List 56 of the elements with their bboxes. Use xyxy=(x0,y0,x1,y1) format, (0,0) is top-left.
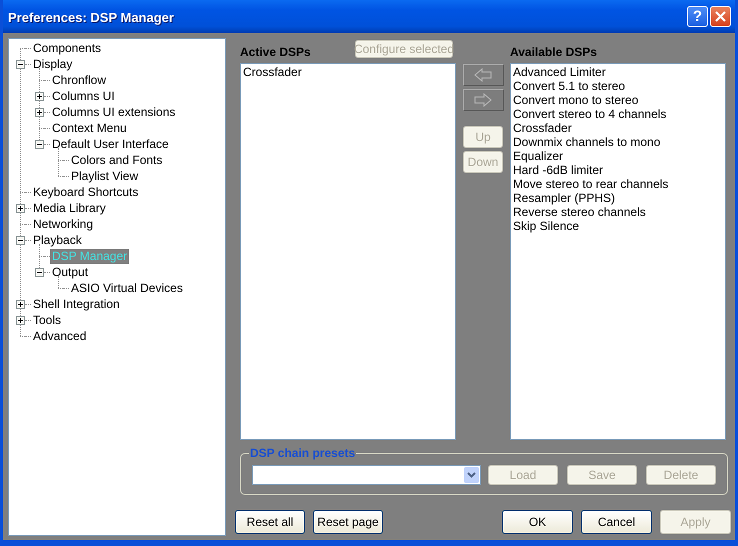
expand-icon[interactable] xyxy=(16,316,25,324)
reset-page-button[interactable]: Reset page xyxy=(313,510,383,534)
tree-item[interactable]: Components xyxy=(31,40,104,56)
close-button[interactable] xyxy=(710,6,731,27)
expand-icon[interactable] xyxy=(35,108,44,116)
collapse-icon[interactable] xyxy=(16,60,25,68)
dsp-item[interactable]: Resampler (PPHS) xyxy=(513,191,723,205)
tree-item[interactable]: Chronflow xyxy=(50,72,108,88)
list-heading: Available DSPs xyxy=(510,44,597,59)
tree-item[interactable]: Tools xyxy=(31,312,64,328)
dsp-item[interactable]: Crossfader xyxy=(243,65,453,79)
collapse-icon[interactable] xyxy=(16,236,25,244)
dsp-item[interactable]: Equalizer xyxy=(513,149,723,163)
dsp-item[interactable]: Crossfader xyxy=(513,121,723,135)
tree-item[interactable]: Media Library xyxy=(31,200,108,216)
dsp-item[interactable]: Downmix channels to mono xyxy=(513,135,723,149)
dsp-item[interactable]: Move stereo to rear channels xyxy=(513,177,723,191)
window-title: Preferences: DSP Manager xyxy=(8,9,175,25)
reset-all-button[interactable]: Reset all xyxy=(235,510,305,534)
dsp-item[interactable]: Advanced Limiter xyxy=(513,65,723,79)
tree-item[interactable]: Default User Interface xyxy=(50,136,171,152)
dsp-item[interactable]: Skip Silence xyxy=(513,219,723,233)
collapse-icon[interactable] xyxy=(35,268,44,276)
expand-icon[interactable] xyxy=(16,300,25,308)
dsp-item[interactable]: Reverse stereo channels xyxy=(513,205,723,219)
ok-button[interactable]: OK xyxy=(502,510,573,534)
list-heading: Active DSPs xyxy=(240,44,311,59)
left-arrow-icon xyxy=(474,68,492,82)
dsp-item[interactable]: Convert mono to stereo xyxy=(513,93,723,107)
cancel-button[interactable]: Cancel xyxy=(581,510,652,534)
help-button[interactable]: ? xyxy=(687,6,708,27)
tree-item[interactable]: Context Menu xyxy=(50,120,129,136)
group-title: DSP chain presets xyxy=(249,446,356,460)
right-arrow-icon xyxy=(474,93,492,107)
tree-item[interactable]: Playback xyxy=(31,232,84,248)
available-dsp-list[interactable] xyxy=(510,63,726,440)
expand-icon[interactable] xyxy=(35,92,44,100)
dsp-item[interactable]: Convert 5.1 to stereo xyxy=(513,79,723,93)
tree-item[interactable]: Advanced xyxy=(31,328,88,344)
active-dsp-list[interactable]: Crossfader xyxy=(240,63,456,440)
tree-item[interactable]: Playlist View xyxy=(69,168,140,184)
tree-item[interactable]: Display xyxy=(31,56,74,72)
tree-item[interactable]: Columns UI xyxy=(50,88,117,104)
tree-item[interactable]: Columns UI extensions xyxy=(50,104,178,120)
tree-item[interactable]: Networking xyxy=(31,216,96,232)
tree-item[interactable]: Colors and Fonts xyxy=(69,152,164,168)
tree-item[interactable]: Output xyxy=(50,264,90,280)
tree-item[interactable]: Shell Integration xyxy=(31,296,122,312)
close-icon xyxy=(714,10,727,23)
tree-item[interactable]: ASIO Virtual Devices xyxy=(69,280,185,296)
preset-dropdown[interactable] xyxy=(252,465,481,485)
collapse-icon[interactable] xyxy=(35,140,44,148)
tree-item[interactable]: Keyboard Shortcuts xyxy=(31,184,140,200)
expand-icon[interactable] xyxy=(16,204,25,212)
dsp-item[interactable]: Convert stereo to 4 channels xyxy=(513,107,723,121)
dsp-item[interactable]: Hard -6dB limiter xyxy=(513,163,723,177)
